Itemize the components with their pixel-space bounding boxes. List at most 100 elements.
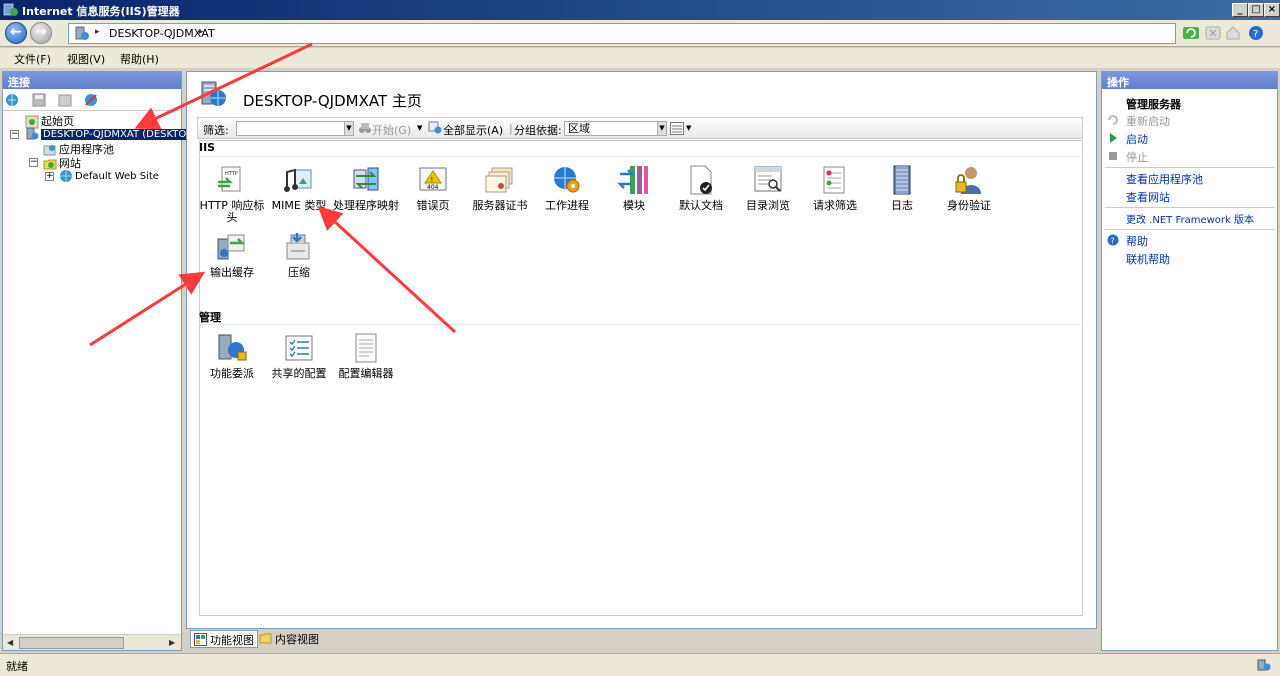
section-header-iis: IIS — [199, 141, 216, 154]
feature-delegation-icon — [218, 334, 247, 361]
scroll-left-icon[interactable]: ◀ — [7, 638, 13, 647]
feature-compression[interactable]: 压缩 — [266, 231, 332, 279]
tree-item-default-web-site[interactable]: Default Web Site — [59, 169, 159, 183]
group-by-select[interactable]: 区域 — [564, 121, 664, 136]
server-certificates-icon — [485, 167, 513, 193]
tab-features-view[interactable]: 功能视图 — [190, 630, 258, 648]
view-mode-dropdown-icon[interactable]: ▼ — [686, 124, 691, 132]
online-help-action[interactable]: 联机帮助 — [1126, 251, 1170, 267]
refresh-icon[interactable] — [1182, 24, 1200, 42]
worker-processes-icon — [554, 167, 580, 193]
view-mode-icon[interactable] — [670, 122, 684, 135]
feature-mime-types[interactable]: MIME 类型 — [266, 164, 332, 212]
actions-divider — [1105, 229, 1275, 230]
default-site-expand-toggle[interactable]: + — [45, 172, 54, 181]
feature-label: MIME 类型 — [271, 199, 327, 212]
tree-item-server[interactable]: DESKTOP-QJDMXAT (DESKTOP-Q — [25, 127, 206, 141]
menu-help[interactable]: 帮助(H) — [120, 51, 159, 67]
tree-label-default-web-site: Default Web Site — [75, 171, 159, 182]
svg-text:!: ! — [431, 176, 434, 184]
sites-collapse-toggle[interactable]: − — [29, 158, 38, 167]
shared-configuration-icon — [285, 335, 313, 361]
mime-types-icon — [284, 168, 312, 192]
menu-file[interactable]: 文件(F) — [14, 51, 51, 67]
server-collapse-toggle[interactable]: − — [10, 130, 19, 139]
filter-input[interactable] — [236, 121, 346, 136]
feature-label: HTTP 响应标头 — [199, 199, 265, 224]
connections-panel: 连接 起始页 − DESKTOP-QJDMXAT (DESKTOP-Q 应用程序… — [2, 71, 206, 651]
svg-text:HTTP: HTTP — [225, 171, 238, 177]
configuration-editor-icon — [355, 333, 377, 363]
view-sites-action[interactable]: 查看网站 — [1126, 189, 1170, 205]
filter-start-button[interactable]: 开始(G) — [372, 122, 411, 138]
start-dropdown-icon[interactable]: ▼ — [417, 124, 422, 132]
restart-action[interactable]: 重新启动 — [1126, 113, 1170, 129]
feature-directory-browsing[interactable]: 目录浏览 — [735, 164, 801, 212]
maximize-button[interactable]: □ — [1248, 3, 1264, 17]
up-icon[interactable] — [57, 92, 73, 108]
help-menu-icon[interactable]: ? — [1248, 24, 1266, 42]
feature-delegation[interactable]: 功能委派 — [199, 332, 265, 380]
menu-view[interactable]: 视图(V) — [67, 51, 105, 67]
iis-app-icon — [3, 3, 18, 16]
feature-handler-mappings[interactable]: 处理程序映射 — [333, 164, 399, 212]
show-all-button[interactable]: 全部显示(A) — [443, 122, 503, 138]
view-app-pools-action[interactable]: 查看应用程序池 — [1126, 171, 1203, 187]
feature-label: 服务器证书 — [472, 199, 528, 212]
address-field[interactable]: ▸ DESKTOP-QJDMXAT ▸ — [68, 23, 1176, 44]
feature-error-pages[interactable]: ! 404 错误页 — [400, 164, 466, 212]
help-icon: ? — [1107, 234, 1119, 246]
feature-label: 目录浏览 — [746, 199, 790, 212]
feature-http-response-headers[interactable]: HTTP HTTP 响应标头 — [199, 164, 265, 224]
disconnect-icon[interactable] — [83, 92, 99, 108]
connect-globe-icon[interactable] — [5, 92, 21, 108]
home-icon[interactable] — [1224, 24, 1242, 42]
modules-icon — [618, 166, 648, 194]
feature-output-caching[interactable]: 输出缓存 — [199, 231, 265, 279]
feature-request-filtering[interactable]: 请求筛选 — [802, 164, 868, 212]
feature-server-certificates[interactable]: 服务器证书 — [467, 164, 533, 212]
svg-text:?: ? — [1253, 29, 1258, 40]
group-by-label: 分组依据: — [514, 124, 562, 137]
stop-icon[interactable] — [1204, 24, 1222, 42]
forward-button[interactable]: → — [30, 22, 52, 44]
feature-label: 请求筛选 — [813, 199, 857, 212]
connections-hscrollbar[interactable]: ◀ ▶ — [3, 634, 181, 650]
feature-modules[interactable]: 模块 — [601, 164, 667, 212]
feature-worker-processes[interactable]: 工作进程 — [534, 164, 600, 212]
restart-icon — [1108, 115, 1118, 125]
filter-dropdown-icon[interactable]: ▼ — [344, 121, 354, 136]
feature-configuration-editor[interactable]: 配置编辑器 — [333, 332, 399, 380]
save-icon[interactable] — [31, 92, 47, 108]
feature-authentication[interactable]: 身份验证 — [936, 164, 1002, 212]
default-document-icon — [690, 165, 712, 195]
directory-browsing-icon — [754, 166, 782, 192]
help-action[interactable]: 帮助 — [1126, 233, 1148, 249]
connections-header: 连接 — [3, 72, 181, 89]
breadcrumb-separator[interactable]: ▸ — [199, 27, 204, 37]
feature-logging[interactable]: 日志 — [869, 164, 935, 212]
error-pages-icon: !404 — [419, 167, 447, 191]
back-button[interactable]: ← — [5, 22, 27, 44]
http-headers-icon: HTTP — [218, 166, 241, 192]
globe-icon — [60, 170, 72, 182]
feature-label: 处理程序映射 — [333, 199, 399, 212]
title-bar: Internet 信息服务(IIS)管理器 _ □ × — [0, 0, 1280, 20]
stop-action[interactable]: 停止 — [1126, 149, 1148, 165]
toolbar-separator: | — [509, 122, 513, 135]
close-button[interactable]: × — [1264, 3, 1280, 17]
tab-content-view[interactable]: 内容视图 — [256, 630, 322, 648]
group-by-dropdown-icon[interactable]: ▼ — [657, 121, 667, 136]
feature-label: 错误页 — [416, 199, 450, 212]
feature-label: 身份验证 — [947, 199, 991, 212]
start-action[interactable]: 启动 — [1126, 131, 1148, 147]
minimize-button[interactable]: _ — [1232, 3, 1248, 17]
feature-shared-configuration[interactable]: 共享的配置 — [266, 332, 332, 380]
feature-default-document[interactable]: 默认文档 — [668, 164, 734, 212]
change-net-framework-action[interactable]: 更改 .NET Framework 版本 — [1126, 211, 1254, 226]
scroll-thumb[interactable] — [19, 637, 124, 649]
scroll-right-icon[interactable]: ▶ — [169, 638, 175, 647]
output-caching-icon — [217, 234, 246, 260]
server-home-icon — [201, 81, 226, 106]
compression-icon — [286, 233, 310, 260]
